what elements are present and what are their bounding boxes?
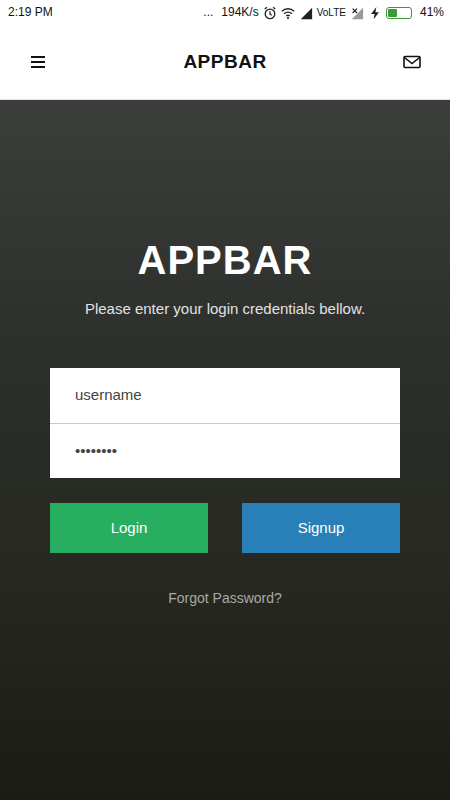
clock: 2:19 PM	[8, 0, 53, 25]
button-row: Login Signup	[50, 503, 400, 553]
battery-fill	[388, 9, 397, 17]
forgot-password-link[interactable]: Forgot Password?	[168, 588, 282, 608]
login-button[interactable]: Login	[50, 503, 208, 553]
login-form	[50, 368, 400, 478]
notification-dots: ...	[203, 0, 213, 25]
username-field[interactable]	[50, 368, 400, 423]
charging-icon	[368, 6, 382, 20]
status-bar: 2:19 PM ... 194K/s VoLTE 41%	[0, 0, 450, 25]
login-title: APPBAR	[138, 236, 313, 284]
background-photo: APPBAR Please enter your login credentia…	[0, 100, 450, 800]
signup-button[interactable]: Signup	[242, 503, 400, 553]
app-bar: APPBAR	[0, 25, 450, 100]
login-subtitle: Please enter your login credentials bell…	[85, 298, 365, 320]
menu-icon[interactable]	[28, 52, 48, 72]
battery-icon	[386, 7, 412, 19]
battery-percent: 41%	[420, 0, 444, 25]
password-field[interactable]	[50, 423, 400, 478]
alarm-icon	[263, 6, 277, 20]
network-speed: 194K/s	[221, 0, 258, 25]
envelope-icon[interactable]	[402, 52, 422, 72]
network-type: VoLTE	[317, 0, 346, 25]
app-title: APPBAR	[183, 51, 266, 74]
signal-icon	[299, 6, 313, 20]
wifi-icon	[281, 6, 295, 20]
no-signal-icon	[350, 6, 364, 20]
